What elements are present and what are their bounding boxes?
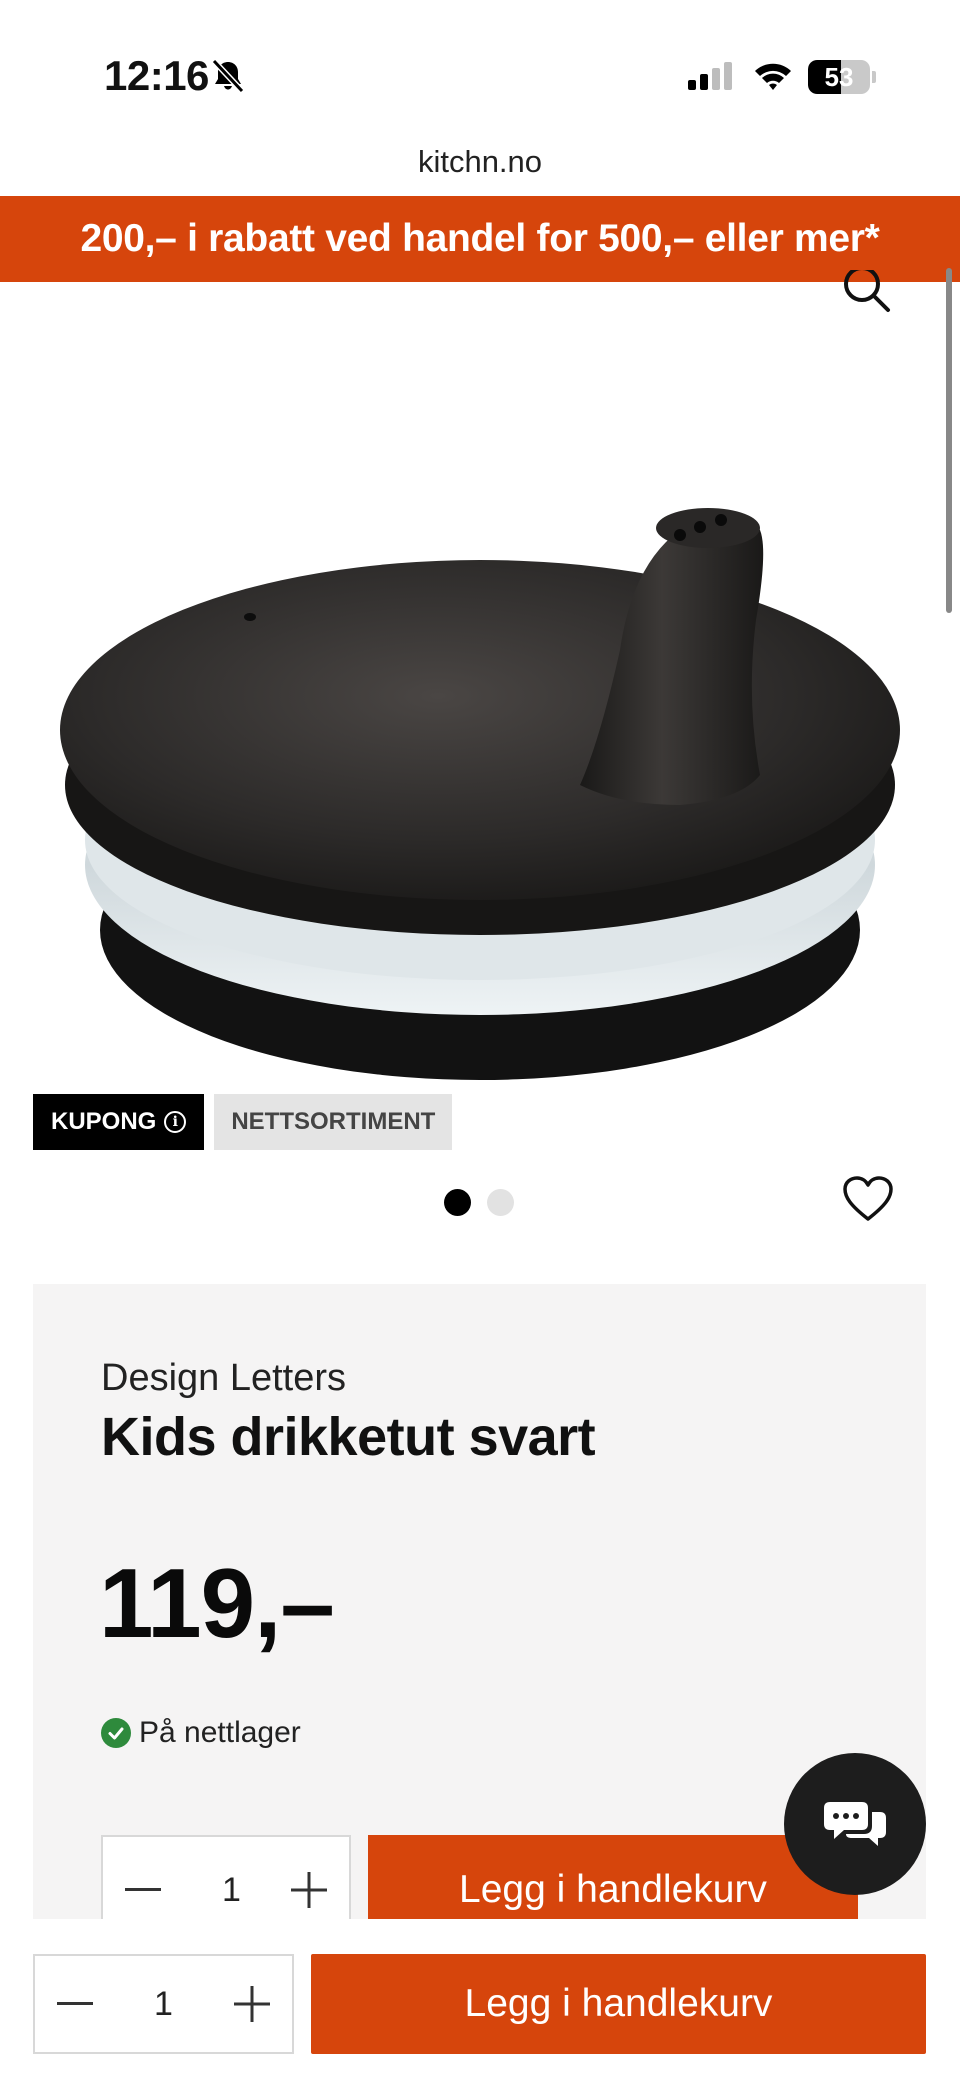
quantity-stepper: 1 (33, 1954, 294, 2054)
page-scrollbar[interactable] (946, 268, 952, 613)
check-circle-icon (101, 1718, 131, 1748)
battery-percent: 53 (824, 62, 854, 92)
carousel-dot-2[interactable] (487, 1189, 514, 1216)
carousel-dots (444, 1189, 514, 1216)
chat-button[interactable] (784, 1753, 926, 1895)
wifi-icon (752, 60, 794, 97)
info-icon[interactable]: i (164, 1111, 187, 1133)
carousel-dot-1[interactable] (444, 1189, 471, 1216)
search-icon[interactable] (842, 266, 894, 327)
promo-banner[interactable]: 200,– i rabatt ved handel for 500,– elle… (0, 196, 960, 282)
product-title: Kids drikketut svart (101, 1407, 596, 1467)
stock-status: På nettlager (101, 1716, 301, 1750)
chat-icon (824, 1796, 886, 1853)
cellular-signal-icon (686, 60, 736, 97)
address-bar-url[interactable]: kitchn.no (0, 144, 960, 180)
clock: 12:16 (104, 52, 209, 99)
plus-icon[interactable] (212, 1956, 292, 2052)
product-brand[interactable]: Design Letters (101, 1357, 346, 1400)
product-image[interactable] (40, 320, 920, 1120)
add-to-cart-button[interactable]: Legg i handlekurv (311, 1954, 926, 2054)
online-assortment-badge: NETTSORTIMENT (214, 1094, 453, 1150)
coupon-badge[interactable]: KUPONG i (33, 1094, 205, 1150)
product-price: 119,– (99, 1548, 335, 1658)
heart-icon[interactable] (842, 1175, 894, 1228)
status-bar: 12:16 53 (0, 0, 960, 150)
coupon-badge-label: KUPONG (51, 1108, 157, 1135)
sticky-purchase-bar: 1 Legg i handlekurv (0, 1919, 960, 2087)
minus-icon[interactable] (35, 1956, 115, 2052)
stock-status-label: På nettlager (139, 1716, 301, 1749)
product-badges: KUPONG i NETTSORTIMENT (33, 1094, 453, 1150)
bell-slash-icon (210, 58, 246, 99)
battery-indicator: 53 (808, 60, 876, 94)
quantity-value[interactable]: 1 (115, 1956, 212, 2052)
